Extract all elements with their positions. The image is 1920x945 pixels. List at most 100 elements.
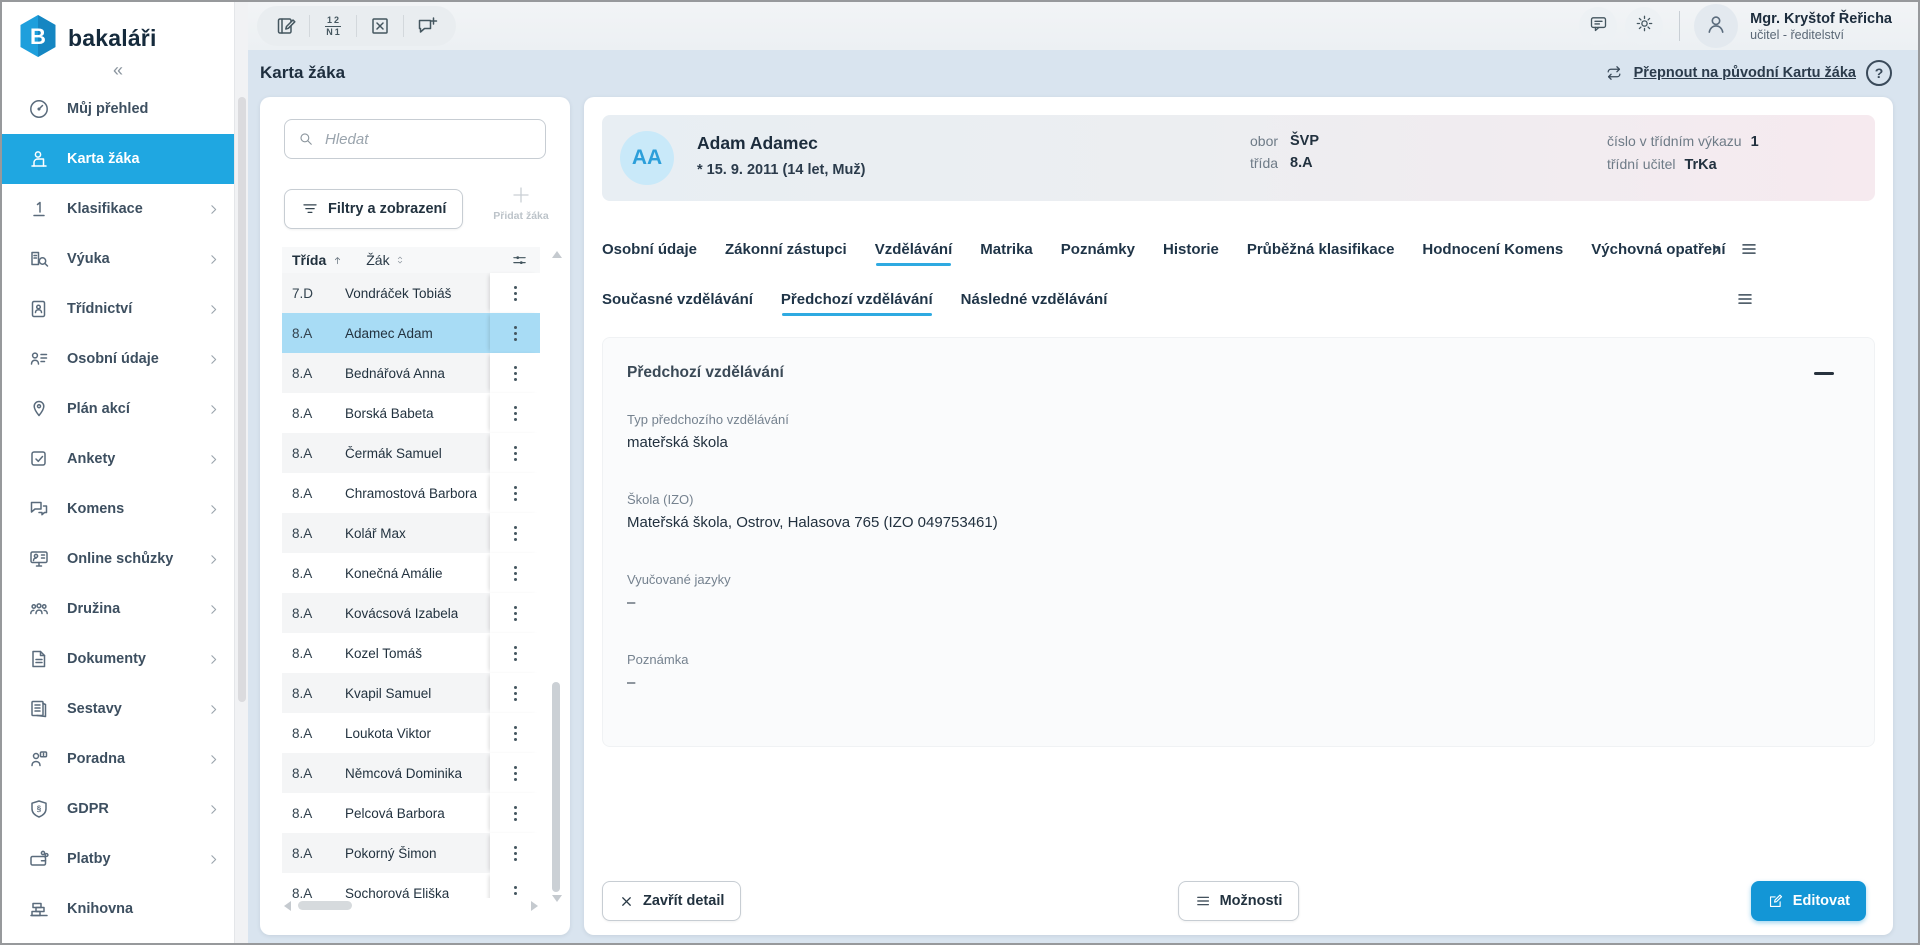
- sidebar-item-gdpr[interactable]: § GDPR: [2, 784, 234, 834]
- close-detail-button[interactable]: Zavřít detail: [602, 881, 742, 921]
- search-input[interactable]: [323, 129, 533, 149]
- row-menu-button[interactable]: [490, 833, 540, 873]
- row-menu-button[interactable]: [490, 353, 540, 393]
- scroll-up-arrow-icon[interactable]: [552, 251, 562, 258]
- row-menu-button[interactable]: [490, 873, 540, 898]
- settings-button[interactable]: [1625, 7, 1664, 45]
- horizontal-scrollbar[interactable]: [282, 900, 540, 912]
- column-settings-icon[interactable]: [511, 252, 528, 269]
- sidebar-item-counseling[interactable]: Poradna: [2, 734, 234, 784]
- app-window: B bakaláři « Můj přehled Karta žáka Klasif…: [0, 0, 1920, 945]
- sidebar-item-payments[interactable]: Platby: [2, 834, 234, 884]
- student-row[interactable]: 8.A Konečná Amálie: [282, 553, 540, 593]
- subtab[interactable]: Následné vzdělávání: [961, 291, 1108, 308]
- column-header-class[interactable]: Třída: [292, 252, 326, 268]
- new-message-button[interactable]: [404, 6, 450, 46]
- sidebar-scrollbar-thumb[interactable]: [238, 97, 246, 702]
- scroll-left-arrow-icon[interactable]: [284, 901, 291, 911]
- user-avatar[interactable]: [1694, 4, 1739, 48]
- scroll-down-arrow-icon[interactable]: [552, 895, 562, 902]
- sidebar-item-messages[interactable]: Komens: [2, 484, 234, 534]
- tab[interactable]: Výchovná opatření: [1591, 241, 1725, 258]
- row-menu-button[interactable]: [490, 313, 540, 353]
- subtab[interactable]: Současné vzdělávání: [602, 291, 753, 308]
- student-row[interactable]: 8.A Němcová Dominika: [282, 753, 540, 793]
- collapse-card-icon[interactable]: [1814, 372, 1834, 375]
- tabs-menu-icon[interactable]: [1740, 240, 1758, 258]
- student-row[interactable]: 8.A Kovácsová Izabela: [282, 593, 540, 633]
- switch-card-link[interactable]: Přepnout na původní Kartu žáka: [1634, 65, 1856, 81]
- brand-logo[interactable]: B bakaláři: [18, 14, 157, 63]
- student-row[interactable]: 8.A Pelcová Barbora: [282, 793, 540, 833]
- row-class: 8.A: [292, 885, 313, 899]
- row-menu-button[interactable]: [490, 633, 540, 673]
- help-button[interactable]: ?: [1866, 60, 1892, 86]
- student-row[interactable]: 8.A Kvapil Samuel: [282, 673, 540, 713]
- vertical-scrollbar-thumb[interactable]: [552, 682, 560, 892]
- column-header-student[interactable]: Žák: [366, 252, 389, 268]
- scroll-right-arrow-icon[interactable]: [531, 901, 538, 911]
- sidebar-item-class-register[interactable]: Třídnictví: [2, 284, 234, 334]
- sidebar-item-after-school[interactable]: Družina: [2, 584, 234, 634]
- card-title: Předchozí vzdělávání: [627, 364, 784, 381]
- grade-book-edit-button[interactable]: [263, 6, 309, 46]
- row-menu-button[interactable]: [490, 433, 540, 473]
- tab[interactable]: Zákonní zástupci: [725, 241, 847, 258]
- row-menu-button[interactable]: [490, 593, 540, 633]
- tab[interactable]: Vzdělávání: [875, 241, 952, 266]
- absence-button[interactable]: [357, 6, 403, 46]
- student-row[interactable]: 8.A Sochorová Eliška: [282, 873, 540, 898]
- sidebar-item-reports[interactable]: Sestavy: [2, 684, 234, 734]
- horizontal-scrollbar-thumb[interactable]: [298, 901, 352, 910]
- row-menu-button[interactable]: [490, 553, 540, 593]
- sidebar-item-online-meetings[interactable]: Online schůzky: [2, 534, 234, 584]
- sidebar-item-dashboard[interactable]: Můj přehled: [2, 84, 234, 134]
- sidebar-item-library[interactable]: Knihovna: [2, 884, 234, 934]
- subtab[interactable]: Předchozí vzdělávání: [781, 291, 933, 316]
- sidebar-scrollbar[interactable]: [234, 2, 248, 943]
- sidebar-item-event-plan[interactable]: Plán akcí: [2, 384, 234, 434]
- sidebar-item-personal-data[interactable]: Osobní údaje: [2, 334, 234, 384]
- add-student-button[interactable]: Přidat žáka: [484, 183, 558, 222]
- sidebar-item-label: Online schůzky: [67, 551, 174, 567]
- tab[interactable]: Průběžná klasifikace: [1247, 241, 1395, 258]
- sidebar-item-surveys[interactable]: Ankety: [2, 434, 234, 484]
- row-menu-button[interactable]: [490, 513, 540, 553]
- sidebar-item-student-card[interactable]: Karta žáka: [2, 134, 234, 184]
- student-row[interactable]: 8.A Borská Babeta: [282, 393, 540, 433]
- sidebar-item-teaching[interactable]: Výuka: [2, 234, 234, 284]
- tab[interactable]: Historie: [1163, 241, 1219, 258]
- tab[interactable]: Osobní údaje: [602, 241, 697, 258]
- student-row[interactable]: 8.A Adamec Adam: [282, 313, 540, 353]
- row-menu-button[interactable]: [490, 473, 540, 513]
- options-button[interactable]: Možnosti: [1177, 881, 1300, 921]
- student-row[interactable]: 8.A Bednářová Anna: [282, 353, 540, 393]
- row-menu-button[interactable]: [490, 273, 540, 313]
- student-row[interactable]: 8.A Pokorný Šimon: [282, 833, 540, 873]
- row-menu-button[interactable]: [490, 713, 540, 753]
- student-row[interactable]: 8.A Čermák Samuel: [282, 433, 540, 473]
- student-row[interactable]: 7.D Vondráček Tobiáš: [282, 273, 540, 313]
- row-menu-button[interactable]: [490, 393, 540, 433]
- tab[interactable]: Matrika: [980, 241, 1033, 258]
- edit-button[interactable]: Editovat: [1750, 881, 1866, 921]
- student-row[interactable]: 8.A Kolář Max: [282, 513, 540, 553]
- tabs-scroll-right-icon[interactable]: [1707, 241, 1724, 258]
- row-menu-button[interactable]: [490, 753, 540, 793]
- student-row[interactable]: 8.A Kozel Tomáš: [282, 633, 540, 673]
- sidebar-item-documents[interactable]: Dokumenty: [2, 634, 234, 684]
- grades-overview-button[interactable]: 12 N1: [310, 6, 356, 46]
- subtabs-menu-icon[interactable]: [1736, 290, 1754, 308]
- tab[interactable]: Poznámky: [1061, 241, 1135, 258]
- student-row[interactable]: 8.A Chramostová Barbora: [282, 473, 540, 513]
- vertical-scrollbar[interactable]: [550, 247, 564, 907]
- row-menu-button[interactable]: [490, 673, 540, 713]
- chat-button[interactable]: [1579, 7, 1618, 45]
- user-info[interactable]: Mgr. Kryštof Řeřicha učitel - ředitelstv…: [1750, 10, 1892, 42]
- row-menu-button[interactable]: [490, 793, 540, 833]
- collapse-sidebar-icon[interactable]: «: [2, 60, 234, 81]
- student-row[interactable]: 8.A Loukota Viktor: [282, 713, 540, 753]
- tab[interactable]: Hodnocení Komens: [1422, 241, 1563, 258]
- sidebar-item-classification[interactable]: Klasifikace: [2, 184, 234, 234]
- filters-button[interactable]: Filtry a zobrazení: [284, 189, 464, 229]
